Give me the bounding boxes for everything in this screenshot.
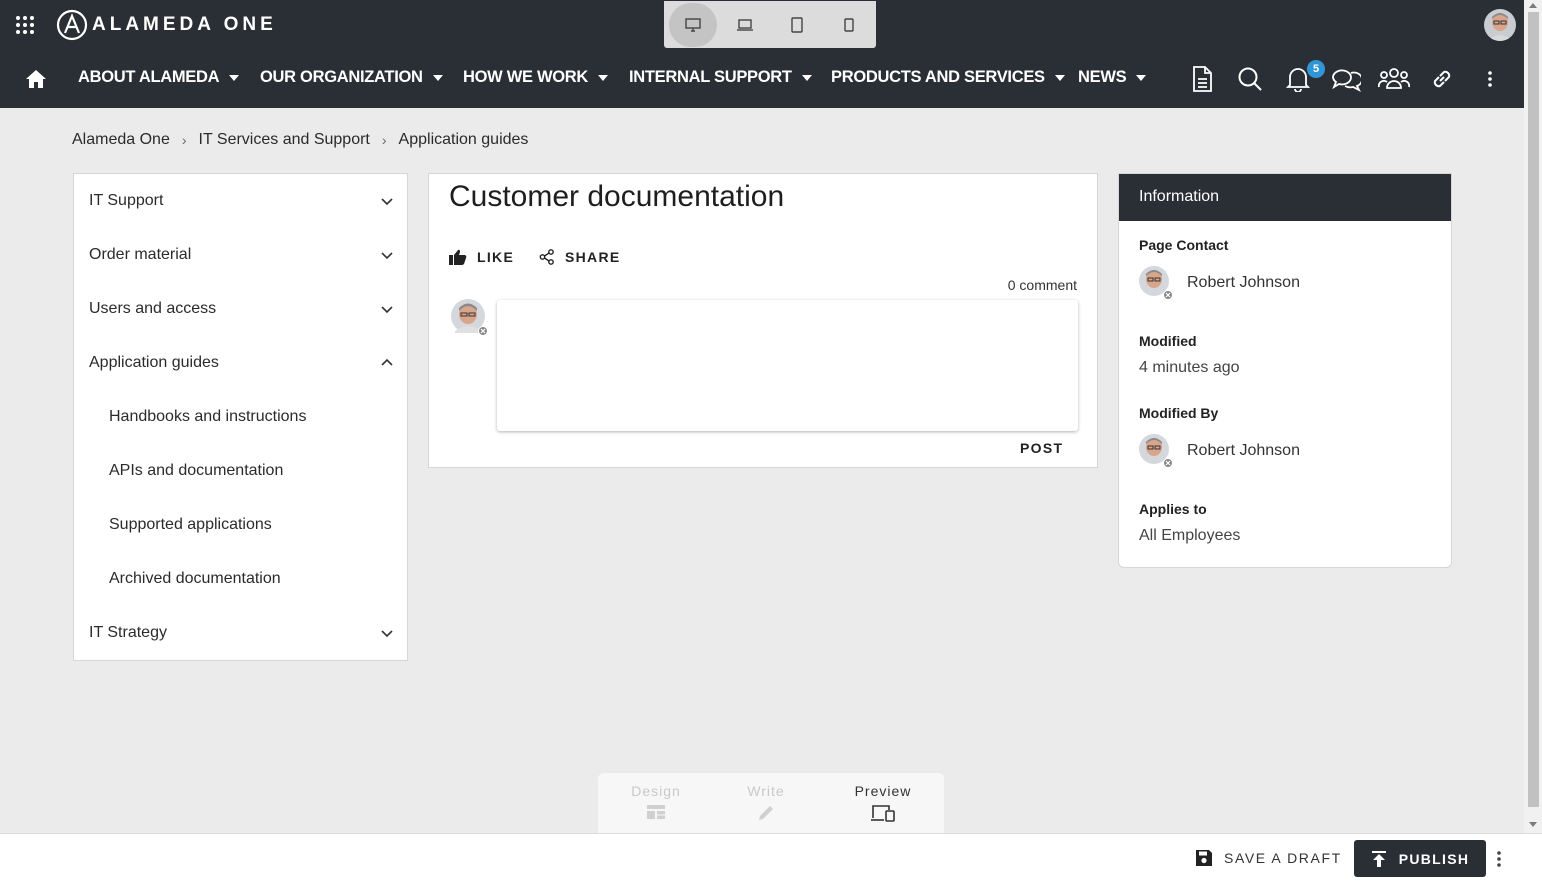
chevron-down-icon <box>381 198 393 206</box>
scroll-up-arrow-icon[interactable] <box>1529 3 1537 8</box>
laptop-view-button[interactable] <box>721 3 769 47</box>
comment-count: 0 comment <box>1007 277 1077 293</box>
sidebar-subitem-apis[interactable]: APIs and documentation <box>109 456 404 486</box>
breadcrumb: Alameda One › IT Services and Support › … <box>72 131 528 149</box>
publish-button[interactable]: PUBLISH <box>1354 840 1486 877</box>
more-actions-icon[interactable] <box>1496 850 1502 868</box>
sidebar-item-users-and-access[interactable]: Users and access <box>89 294 404 324</box>
upload-icon <box>1371 850 1386 867</box>
share-icon <box>539 249 554 265</box>
caret-down-icon <box>598 75 609 81</box>
page-contact-person[interactable]: Robert Johnson <box>1139 266 1300 300</box>
sidebar-item-order-material[interactable]: Order material <box>89 240 404 270</box>
layout-grid-icon <box>647 805 665 819</box>
device-preview-switcher <box>664 1 876 48</box>
laptop-icon <box>737 18 753 31</box>
caret-down-icon <box>801 75 812 81</box>
more-menu-icon[interactable] <box>1487 70 1493 88</box>
nav-news[interactable]: NEWS <box>1078 68 1147 87</box>
sidebar-item-it-support[interactable]: IT Support <box>89 186 404 216</box>
sidebar-subitem-supported-applications[interactable]: Supported applications <box>109 510 404 540</box>
mobile-view-button[interactable] <box>825 3 873 47</box>
desktop-view-button[interactable] <box>669 2 717 47</box>
editor-mode-switch: Design Write Preview <box>598 773 944 833</box>
page-scrollbar[interactable] <box>1524 0 1542 833</box>
preview-mode-button[interactable]: Preview <box>843 783 923 822</box>
sidebar-subitem-archived-documentation[interactable]: Archived documentation <box>109 564 404 594</box>
desktop-icon <box>685 17 701 32</box>
tablet-view-button[interactable] <box>773 3 821 47</box>
save-icon <box>1196 850 1212 866</box>
link-icon[interactable] <box>1429 66 1455 92</box>
content-card: Customer documentation LIKE SHARE 0 comm… <box>428 173 1098 468</box>
sidebar-item-application-guides[interactable]: Application guides <box>89 348 404 378</box>
share-button[interactable]: SHARE <box>539 249 621 265</box>
devices-icon <box>871 805 895 822</box>
applies-to-value: All Employees <box>1139 527 1241 544</box>
nav-internal-support[interactable]: INTERNAL SUPPORT <box>629 68 812 87</box>
write-mode-button[interactable]: Write <box>726 783 806 822</box>
main-navigation: ABOUT ALAMEDA OUR ORGANIZATION HOW WE WO… <box>0 56 1524 102</box>
modified-by-name: Robert Johnson <box>1187 442 1300 459</box>
like-button[interactable]: LIKE <box>449 249 514 265</box>
scrollbar-thumb[interactable] <box>1528 12 1539 807</box>
home-icon[interactable] <box>25 69 47 89</box>
thumbs-up-icon <box>449 249 467 265</box>
page-contact-label: Page Contact <box>1139 237 1229 253</box>
breadcrumb-item-current[interactable]: Application guides <box>399 131 529 149</box>
page-title: Customer documentation <box>449 180 785 213</box>
chevron-up-icon <box>381 358 393 366</box>
avatar <box>1139 434 1173 468</box>
breadcrumb-item[interactable]: Alameda One <box>72 131 170 149</box>
sidebar-item-it-strategy[interactable]: IT Strategy <box>89 618 404 648</box>
breadcrumb-item[interactable]: IT Services and Support <box>199 131 370 149</box>
tablet-icon <box>791 16 803 33</box>
breadcrumb-separator: › <box>381 132 387 148</box>
caret-down-icon <box>229 75 240 81</box>
modified-value: 4 minutes ago <box>1139 359 1240 376</box>
modified-by-person[interactable]: Robert Johnson <box>1139 434 1300 468</box>
information-header: Information <box>1119 174 1451 221</box>
bottom-action-bar: SAVE A DRAFT PUBLISH <box>0 833 1542 884</box>
mobile-icon <box>844 17 854 32</box>
modified-label: Modified <box>1139 333 1197 349</box>
chevron-down-icon <box>381 306 393 314</box>
avatar <box>1139 266 1173 300</box>
people-icon[interactable] <box>1378 66 1410 92</box>
post-comment-button[interactable]: POST <box>1020 440 1063 456</box>
top-header: ALAMEDA ONE ABOUT ALAMEDA OUR ORGANIZATI… <box>0 0 1524 108</box>
breadcrumb-separator: › <box>181 132 187 148</box>
logo-text: ALAMEDA ONE <box>92 14 277 35</box>
nav-about-alameda[interactable]: ABOUT ALAMEDA <box>78 68 240 87</box>
chevron-down-icon <box>381 252 393 260</box>
comment-input[interactable] <box>497 300 1078 431</box>
chevron-down-icon <box>381 630 393 638</box>
logo[interactable]: ALAMEDA ONE <box>56 9 277 41</box>
nav-products-and-services[interactable]: PRODUCTS AND SERVICES <box>831 68 1065 87</box>
chat-icon[interactable] <box>1331 66 1361 92</box>
commenter-avatar <box>451 299 488 336</box>
caret-down-icon <box>1054 75 1065 81</box>
information-panel: Information Page Contact Robert Johnson … <box>1118 173 1452 568</box>
caret-down-icon <box>1136 75 1147 81</box>
document-icon[interactable] <box>1191 66 1213 92</box>
app-launcher-icon[interactable] <box>15 15 35 35</box>
section-navigation: IT Support Order material Users and acce… <box>73 173 408 661</box>
scroll-down-arrow-icon[interactable] <box>1529 822 1537 827</box>
user-avatar[interactable] <box>1484 9 1516 41</box>
caret-down-icon <box>432 75 443 81</box>
logo-icon <box>56 9 88 41</box>
pencil-icon <box>759 806 773 820</box>
applies-to-label: Applies to <box>1139 501 1207 517</box>
nav-how-we-work[interactable]: HOW WE WORK <box>463 68 609 87</box>
sidebar-subitem-handbooks[interactable]: Handbooks and instructions <box>109 402 404 432</box>
page-contact-name: Robert Johnson <box>1187 274 1300 291</box>
notification-badge: 5 <box>1307 60 1325 78</box>
design-mode-button[interactable]: Design <box>616 783 696 820</box>
search-icon[interactable] <box>1237 66 1263 92</box>
save-draft-button[interactable]: SAVE A DRAFT <box>1195 849 1342 867</box>
modified-by-label: Modified By <box>1139 405 1219 421</box>
nav-our-organization[interactable]: OUR ORGANIZATION <box>260 68 443 87</box>
